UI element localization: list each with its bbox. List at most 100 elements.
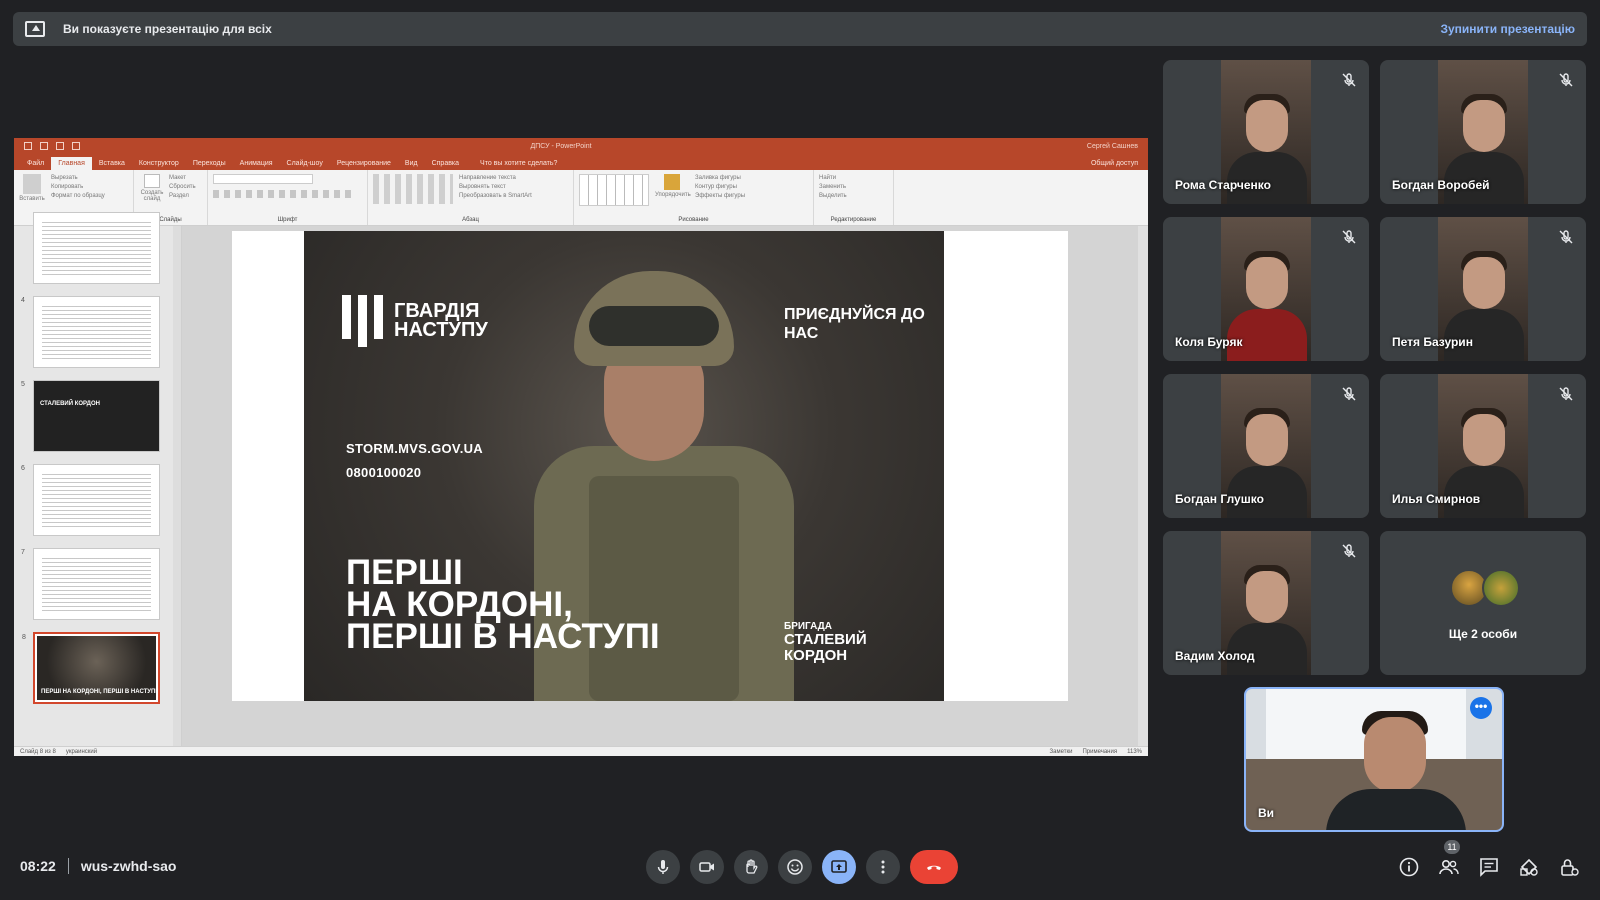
thumb-text: СТАЛЕВИЙ КОРДОН	[40, 401, 100, 407]
ribbon-group-editing: Найти Заменить Выделить Редактирование	[814, 170, 894, 225]
ppt-tab-help: Справка	[431, 160, 460, 167]
ribbon-item: Раздел	[169, 193, 189, 199]
people-icon	[1439, 860, 1459, 875]
headline-line: ПЕРШІ В НАСТУПІ	[346, 617, 660, 656]
slide-thumbnails: 4 5 СТАЛЕВИЙ КОРДОН 6 7 8 ПЕРШІ НА КОРДОНІ…	[14, 212, 182, 746]
call-controls	[646, 850, 958, 884]
ribbon-group-label: Рисование	[678, 217, 709, 223]
status-notes: Заметки	[1049, 748, 1073, 755]
status-language: украинский	[65, 748, 98, 755]
slide-thumb-selected: 8 ПЕРШІ НА КОРДОНІ, ПЕРШІ В НАСТУПІ	[22, 632, 160, 704]
camera-button[interactable]	[690, 850, 724, 884]
raise-hand-button[interactable]	[734, 850, 768, 884]
ppt-tab-view: Вид	[404, 160, 418, 167]
slide-thumb: 6	[21, 464, 160, 536]
host-controls-button[interactable]	[1558, 856, 1580, 878]
thumb-text: ПЕРШІ НА КОРДОНІ, ПЕРШІ В НАСТУПІ	[41, 689, 157, 695]
camera-icon	[699, 862, 714, 872]
slide-thumb: 4	[21, 296, 160, 368]
mic-off-icon	[1558, 386, 1574, 402]
slide-canvas: ГВАРДІЯ НАСТУПУ ПРИЄДНУЙСЯ ДО НАС STORM.…	[182, 226, 1148, 746]
ribbon-group-label: Абзац	[462, 217, 479, 223]
meeting-time: 08:22	[20, 858, 56, 874]
participant-tile[interactable]: Богдан Воробей	[1380, 60, 1586, 204]
ribbon-new-slide: Создать слайд	[140, 190, 164, 202]
ribbon-item: Заливка фигуры	[695, 175, 741, 181]
self-view-tile[interactable]: Ви •••	[1244, 687, 1504, 832]
more-participants-label: Ще 2 особи	[1448, 627, 1518, 641]
thumb-number: 6	[21, 465, 25, 472]
avatar	[1482, 569, 1520, 607]
participant-count-badge: 11	[1444, 840, 1460, 854]
presented-screen: ДПСУ - PowerPoint Сергей Сашнев Файл Гла…	[14, 138, 1148, 756]
quick-access-toolbar	[24, 142, 144, 150]
ribbon-group-font: Шрифт	[208, 170, 368, 225]
emoji-button[interactable]	[778, 850, 812, 884]
ribbon-item: Эффекты фигуры	[695, 193, 746, 199]
participant-tile[interactable]: Рома Старченко	[1163, 60, 1369, 204]
more-options-icon	[881, 860, 885, 874]
poster-brigade: БРИГАДА СТАЛЕВИЙ КОРДОН	[784, 621, 904, 664]
raise-hand-icon	[746, 859, 758, 874]
slide-thumb: 7	[21, 548, 160, 620]
ppt-share: Общий доступ	[1090, 160, 1138, 167]
ribbon-item: Преобразовать в SmartArt	[459, 193, 532, 199]
status-comments: Примечания	[1082, 748, 1118, 755]
stop-presenting-button[interactable]: Зупинити презентацію	[1440, 22, 1575, 36]
mic-off-icon	[1341, 72, 1357, 88]
ppt-tab-review: Рецензирование	[336, 160, 391, 167]
host-controls-icon	[1561, 859, 1579, 876]
thumb-scrollbar	[173, 226, 181, 746]
meeting-info-button[interactable]	[1398, 856, 1420, 878]
ppt-tab-slideshow: Слайд-шоу	[286, 160, 323, 167]
present-screen-icon	[831, 860, 847, 873]
meeting-details: 08:22 wus-zwhd-sao	[20, 858, 176, 874]
ribbon-item: Найти	[819, 175, 837, 181]
recruitment-poster: ГВАРДІЯ НАСТУПУ ПРИЄДНУЙСЯ ДО НАС STORM.…	[304, 231, 944, 701]
ppt-workspace: 4 5 СТАЛЕВИЙ КОРДОН 6 7 8 ПЕРШІ НА КОРДОНІ…	[14, 212, 1148, 746]
participant-name: Илья Смирнов	[1392, 492, 1481, 506]
ribbon-item: Заменить	[819, 184, 846, 190]
slide-scrollbar	[1138, 226, 1148, 746]
present-button[interactable]	[822, 850, 856, 884]
ppt-tab-transitions: Переходы	[192, 160, 226, 167]
self-options-button[interactable]: •••	[1470, 697, 1492, 719]
ribbon-item: Макет	[169, 175, 186, 181]
status-zoom: 113%	[1127, 748, 1142, 755]
thumb-number: 7	[21, 549, 25, 556]
participant-name: Вадим Холод	[1175, 649, 1255, 663]
participant-tile[interactable]: Петя Базурин	[1380, 217, 1586, 361]
poster-phone: 0800100020	[346, 465, 422, 480]
ppt-title-bar: ДПСУ - PowerPoint Сергей Сашнев	[14, 138, 1148, 154]
ppt-tab-insert: Вставка	[98, 160, 125, 167]
more-participants-tile[interactable]: Ще 2 особи	[1380, 531, 1586, 675]
ppt-tab-animation: Анимация	[239, 160, 273, 167]
brigade-name: СТАЛЕВИЙ КОРДОН	[784, 631, 867, 664]
ribbon-group-drawing: Упорядочить Заливка фигуры Контур фигуры…	[574, 170, 814, 225]
participant-tile[interactable]: Вадим Холод	[1163, 531, 1369, 675]
chat-icon	[1480, 858, 1498, 877]
ribbon-item: Формат по образцу	[51, 193, 105, 199]
end-call-icon	[927, 865, 941, 870]
ppt-user-name: Сергей Сашнев	[1086, 142, 1138, 150]
thumb-number: 4	[21, 297, 25, 304]
ribbon-item: Контур фигуры	[695, 184, 737, 190]
ppt-tab-home: Главная	[51, 157, 92, 170]
ribbon-group-paragraph: Направление текста Выровнять текст Преоб…	[368, 170, 574, 225]
poster-logo: ГВАРДІЯ НАСТУПУ	[342, 295, 544, 347]
participant-tile[interactable]: Богдан Глушко	[1163, 374, 1369, 518]
end-call-button[interactable]	[910, 850, 958, 884]
poster-site: STORM.MVS.GOV.UA	[346, 441, 483, 456]
thumb-number: 8	[22, 634, 26, 641]
more-options-button[interactable]	[866, 850, 900, 884]
chat-button[interactable]	[1478, 856, 1500, 878]
people-button[interactable]: 11	[1438, 840, 1460, 878]
participant-tile[interactable]: Илья Смирнов	[1380, 374, 1586, 518]
participant-name: Богдан Воробей	[1392, 178, 1490, 192]
poster-contacts: STORM.MVS.GOV.UA 0800100020	[346, 437, 483, 485]
ppt-tell-me: Что вы хотите сделать?	[480, 160, 558, 167]
mic-button[interactable]	[646, 850, 680, 884]
presentation-banner: Ви показуєте презентацію для всіх Зупини…	[13, 12, 1587, 46]
activities-button[interactable]	[1518, 856, 1540, 878]
participant-tile[interactable]: Коля Буряк	[1163, 217, 1369, 361]
